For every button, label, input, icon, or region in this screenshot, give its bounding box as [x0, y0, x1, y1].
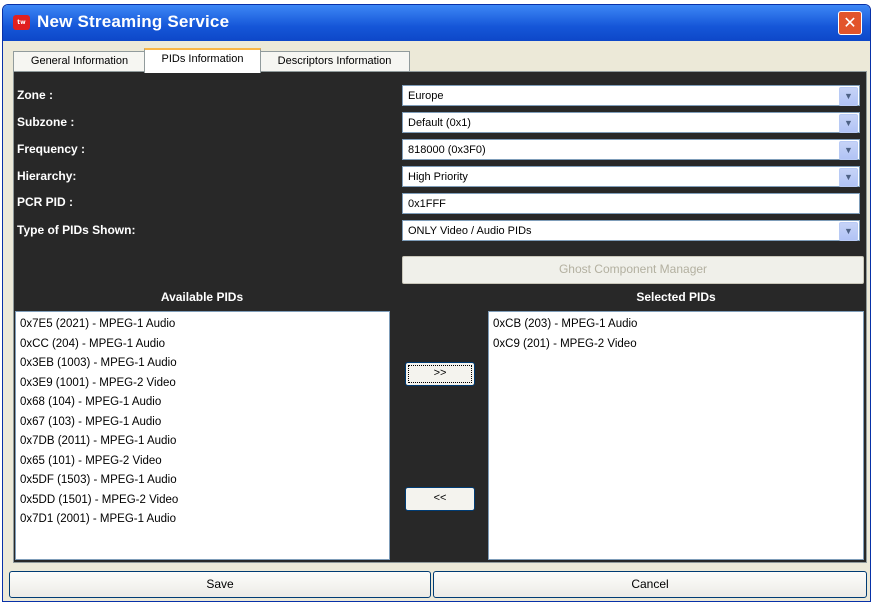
window-title: New Streaming Service [37, 12, 230, 31]
hierarchy-value: High Priority [408, 171, 468, 183]
zone-select[interactable]: Europe ▼ [402, 85, 860, 106]
subzone-value: Default (0x1) [408, 117, 471, 129]
list-item[interactable]: 0x7D1 (2001) - MPEG-1 Audio [16, 510, 389, 530]
title-bar[interactable]: tw New Streaming Service ✕ [3, 5, 870, 41]
subzone-label: Subzone : [17, 115, 75, 129]
list-item[interactable]: 0x5DF (1503) - MPEG-1 Audio [16, 471, 389, 491]
available-pids-list[interactable]: 0x7E5 (2021) - MPEG-1 Audio 0xCC (204) - … [15, 311, 390, 560]
pids-panel: Zone : Europe ▼ Subzone : Default (0x1) … [13, 71, 867, 563]
frequency-value: 818000 (0x3F0) [408, 144, 486, 156]
chevron-down-icon[interactable]: ▼ [839, 168, 858, 187]
list-item[interactable]: 0x68 (104) - MPEG-1 Audio [16, 393, 389, 413]
selected-pids-list[interactable]: 0xCB (203) - MPEG-1 Audio 0xC9 (201) - MP… [488, 311, 864, 560]
frequency-label: Frequency : [17, 142, 86, 156]
list-item[interactable]: 0xCB (203) - MPEG-1 Audio [489, 315, 863, 335]
chevron-down-icon[interactable]: ▼ [839, 114, 858, 133]
save-button[interactable]: Save [9, 571, 431, 598]
pid-type-select[interactable]: ONLY Video / Audio PIDs ▼ [402, 220, 860, 241]
list-item[interactable]: 0x7E5 (2021) - MPEG-1 Audio [16, 315, 389, 335]
zone-label: Zone : [17, 88, 53, 102]
zone-value: Europe [408, 90, 444, 102]
pcr-pid-input[interactable]: 0x1FFF [402, 193, 860, 214]
tab-general-information[interactable]: General Information [13, 51, 146, 71]
list-item[interactable]: 0xCC (204) - MPEG-1 Audio [16, 335, 389, 355]
chevron-down-icon[interactable]: ▼ [839, 87, 858, 106]
frequency-select[interactable]: 818000 (0x3F0) ▼ [402, 139, 860, 160]
pid-type-value: ONLY Video / Audio PIDs [408, 225, 532, 237]
subzone-select[interactable]: Default (0x1) ▼ [402, 112, 860, 133]
remove-pid-button[interactable]: << [405, 487, 475, 511]
list-item[interactable]: 0x3E9 (1001) - MPEG-2 Video [16, 374, 389, 394]
ghost-component-manager-button[interactable]: Ghost Component Manager [402, 256, 864, 284]
add-pid-button[interactable]: >> [405, 362, 475, 386]
pcr-pid-label: PCR PID : [17, 195, 74, 209]
list-item[interactable]: 0x5DD (1501) - MPEG-2 Video [16, 491, 389, 511]
close-button[interactable]: ✕ [838, 11, 862, 35]
pid-type-label: Type of PIDs Shown: [17, 223, 136, 237]
list-item[interactable]: 0x3EB (1003) - MPEG-1 Audio [16, 354, 389, 374]
hierarchy-select[interactable]: High Priority ▼ [402, 166, 860, 187]
cancel-button[interactable]: Cancel [433, 571, 867, 598]
tab-pids-information[interactable]: PIDs Information [144, 48, 261, 73]
list-item[interactable]: 0x65 (101) - MPEG-2 Video [16, 452, 389, 472]
tab-descriptors-information[interactable]: Descriptors Information [259, 51, 410, 71]
selected-pids-header: Selected PIDs [636, 290, 716, 304]
list-item[interactable]: 0x67 (103) - MPEG-1 Audio [16, 413, 389, 433]
available-pids-header: Available PIDs [160, 290, 244, 304]
app-icon: tw [13, 15, 30, 30]
chevron-down-icon[interactable]: ▼ [839, 141, 858, 160]
chevron-down-icon[interactable]: ▼ [839, 222, 858, 241]
hierarchy-label: Hierarchy: [17, 169, 77, 183]
list-item[interactable]: 0xC9 (201) - MPEG-2 Video [489, 335, 863, 355]
list-item[interactable]: 0x7DB (2011) - MPEG-1 Audio [16, 432, 389, 452]
dialog-window: tw New Streaming Service ✕ General Infor… [2, 4, 871, 602]
